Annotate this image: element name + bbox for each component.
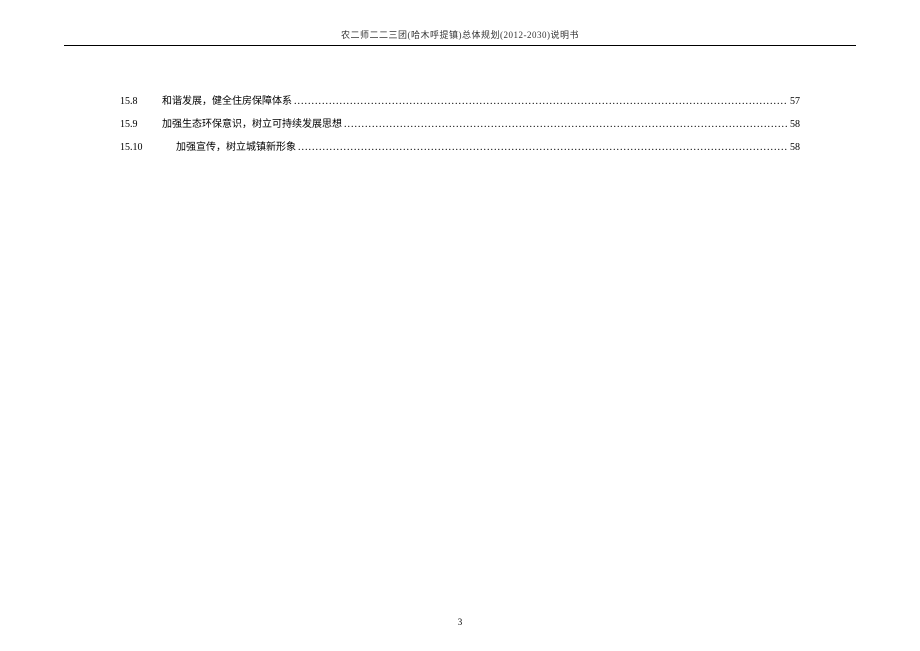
header-title: 农二师二二三团(哈木呼提镇)总体规划(2012-2030)说明书 [0, 28, 920, 41]
toc-leader: ........................................… [298, 142, 788, 153]
toc-content: 15.8 和谐发展，健全住房保障体系 .....................… [0, 52, 920, 153]
toc-page: 58 [790, 119, 800, 130]
toc-number: 15.9 [120, 119, 162, 130]
toc-page: 57 [790, 96, 800, 107]
toc-number: 15.10 [120, 142, 176, 153]
header-rule [64, 45, 855, 46]
page-number: 3 [0, 617, 920, 627]
page-header: 农二师二二三团(哈木呼提镇)总体规划(2012-2030)说明书 [0, 0, 920, 52]
toc-number: 15.8 [120, 96, 162, 107]
toc-row: 15.10 加强宣传，树立城镇新形象 .....................… [120, 138, 800, 153]
toc-page: 58 [790, 142, 800, 153]
toc-leader: ........................................… [344, 119, 788, 130]
toc-leader: ........................................… [294, 96, 788, 107]
toc-row: 15.9 加强生态环保意识，树立可持续发展思想 ................… [120, 115, 800, 130]
toc-row: 15.8 和谐发展，健全住房保障体系 .....................… [120, 92, 800, 107]
toc-title: 加强宣传，树立城镇新形象 [176, 138, 296, 153]
toc-title: 和谐发展，健全住房保障体系 [162, 92, 292, 107]
toc-title: 加强生态环保意识，树立可持续发展思想 [162, 115, 342, 130]
